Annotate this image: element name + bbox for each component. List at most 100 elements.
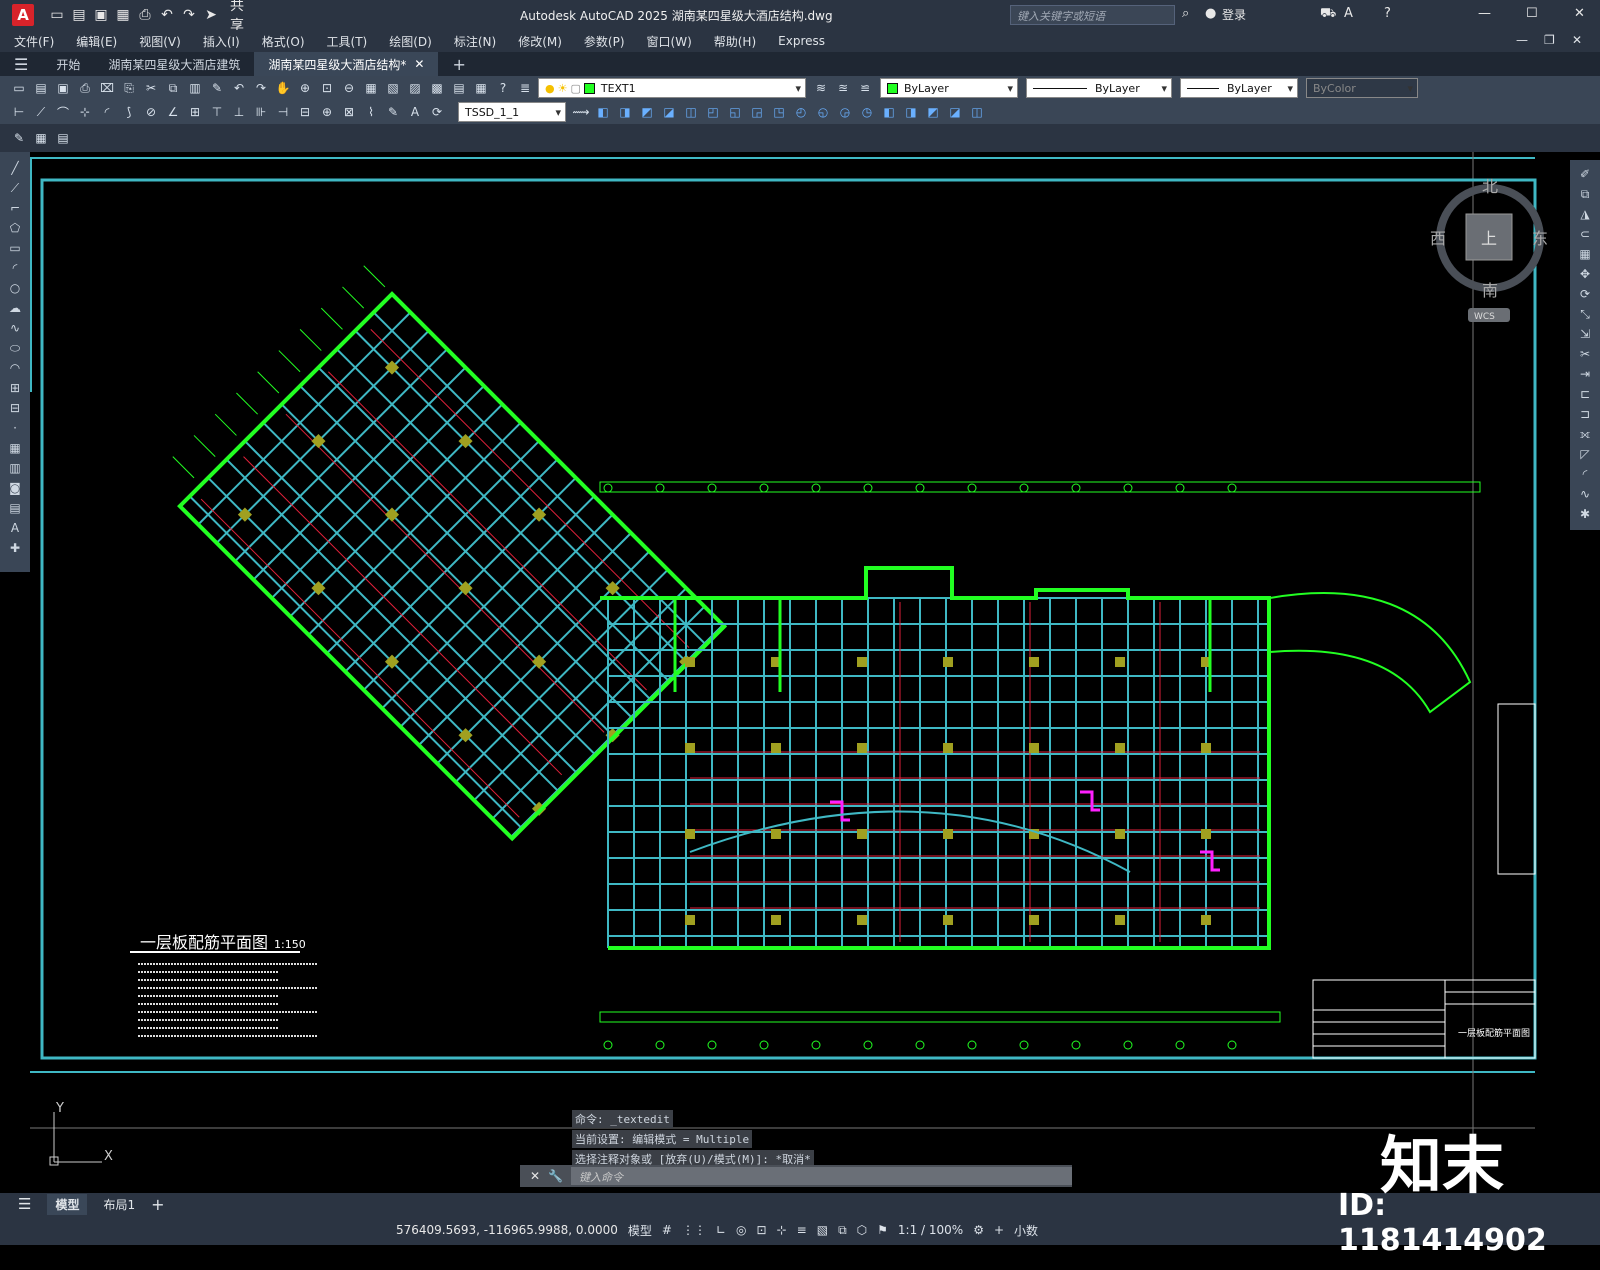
- dim-radius-icon[interactable]: ◜: [98, 103, 116, 121]
- section-icon[interactable]: ◧: [880, 103, 898, 121]
- check-icon[interactable]: ◫: [968, 103, 986, 121]
- search-icon[interactable]: ⌕: [1182, 6, 1189, 21]
- solid-sphere-icon[interactable]: ◪: [660, 103, 678, 121]
- undo-icon[interactable]: ↶: [158, 6, 176, 24]
- dim-diameter-icon[interactable]: ⊘: [142, 103, 160, 121]
- dim-update-icon[interactable]: ⟳: [428, 103, 446, 121]
- open-file-icon[interactable]: ▤: [32, 79, 50, 97]
- new-icon[interactable]: ▭: [48, 6, 66, 24]
- slice-icon[interactable]: ◷: [858, 103, 876, 121]
- separate-icon[interactable]: ◪: [946, 103, 964, 121]
- stretch-icon[interactable]: ⇲: [1576, 325, 1594, 343]
- minimize-icon[interactable]: —: [1478, 6, 1491, 21]
- dimstyle-dropdown[interactable]: TSSD_1_1: [458, 102, 566, 122]
- 3dosnap-icon[interactable]: ⬡: [857, 1223, 867, 1237]
- plot-icon[interactable]: ⎙: [136, 6, 154, 24]
- tab-start[interactable]: 开始: [42, 52, 94, 76]
- ellipse-arc-icon[interactable]: ◠: [6, 359, 24, 377]
- menu-dimension[interactable]: 标注(N): [454, 33, 496, 50]
- edit-table-icon[interactable]: ▦: [32, 129, 50, 147]
- offset-icon[interactable]: ⊂: [1576, 225, 1594, 243]
- solid-box-icon[interactable]: ◧: [594, 103, 612, 121]
- edit-text-icon[interactable]: ✎: [10, 129, 28, 147]
- solid-pyramid-icon[interactable]: ◱: [726, 103, 744, 121]
- menu-draw[interactable]: 绘图(D): [389, 33, 432, 50]
- menu-window[interactable]: 窗口(W): [647, 33, 692, 50]
- selection-cycling-icon[interactable]: ⧉: [838, 1223, 847, 1238]
- toolpalette-icon[interactable]: ▨: [406, 79, 424, 97]
- revcloud-icon[interactable]: ☁: [6, 299, 24, 317]
- jogged-linear-icon[interactable]: ⌇: [362, 103, 380, 121]
- doc-close-icon[interactable]: ✕: [1572, 33, 1582, 47]
- designcenter-icon[interactable]: ▧: [384, 79, 402, 97]
- help-icon[interactable]: ?: [1384, 6, 1391, 21]
- doc-restore-icon[interactable]: ❐: [1544, 33, 1555, 47]
- dim-aligned-icon[interactable]: ⟋: [32, 103, 50, 121]
- dim-textedit-icon[interactable]: A: [406, 103, 424, 121]
- imprint-icon[interactable]: ◩: [924, 103, 942, 121]
- menu-tools[interactable]: 工具(T): [327, 33, 368, 50]
- autodesk-app-icon[interactable]: A: [1344, 6, 1353, 21]
- command-input[interactable]: 键入命令: [571, 1167, 1072, 1185]
- region-icon[interactable]: ◙: [6, 479, 24, 497]
- cut-icon[interactable]: ✂: [142, 79, 160, 97]
- tolerance-icon[interactable]: ⊟: [296, 103, 314, 121]
- chamfer-icon[interactable]: ◸: [1576, 445, 1594, 463]
- solid-torus-icon[interactable]: ◰: [704, 103, 722, 121]
- menu-insert[interactable]: 插入(I): [203, 33, 240, 50]
- user-icon[interactable]: ●: [1205, 6, 1216, 21]
- dim-continue-icon[interactable]: ⊥: [230, 103, 248, 121]
- make-current-icon[interactable]: ≋: [812, 79, 830, 97]
- break-point-icon[interactable]: ⊏: [1576, 385, 1594, 403]
- menu-file[interactable]: 文件(F): [14, 33, 54, 50]
- dim-ordinate-icon[interactable]: ⊹: [76, 103, 94, 121]
- revolve-icon[interactable]: ◳: [770, 103, 788, 121]
- zoom-previous-icon[interactable]: ⊖: [340, 79, 358, 97]
- plus-icon[interactable]: +: [994, 1223, 1004, 1237]
- linetype-dropdown[interactable]: ByLayer: [1026, 78, 1172, 98]
- viewcube-graphic[interactable]: 上 北 南 西 东 WCS: [1430, 162, 1550, 322]
- line-icon[interactable]: ╱: [6, 159, 24, 177]
- explode-icon[interactable]: ✱: [1576, 505, 1594, 523]
- erase-icon[interactable]: ✐: [1576, 165, 1594, 183]
- point-icon[interactable]: ·: [6, 419, 24, 437]
- open-icon[interactable]: ▤: [70, 6, 88, 24]
- polar-icon[interactable]: ◎: [736, 1223, 746, 1237]
- redo-tool-icon[interactable]: ↷: [252, 79, 270, 97]
- edit-attribute-icon[interactable]: ▤: [54, 129, 72, 147]
- maximize-icon[interactable]: ☐: [1526, 6, 1538, 21]
- hatch-icon[interactable]: ▦: [6, 439, 24, 457]
- qnew-icon[interactable]: ▭: [10, 79, 28, 97]
- share-icon[interactable]: ➤: [202, 6, 220, 24]
- tab-layout1[interactable]: 布局1: [103, 1196, 135, 1213]
- intersect-icon[interactable]: ◶: [836, 103, 854, 121]
- saveas-icon[interactable]: ▦: [114, 6, 132, 24]
- break-icon[interactable]: ⊐: [1576, 405, 1594, 423]
- drawing-canvas[interactable]: 一层板配筋平面图 1:150 一层板配筋平面图 Y X 上 北 南 西 东 WC…: [30, 152, 1570, 1192]
- snap-icon[interactable]: ⋮⋮: [682, 1223, 706, 1237]
- mtext-icon[interactable]: A: [6, 519, 24, 537]
- extend-icon[interactable]: ⇥: [1576, 365, 1594, 383]
- units-button[interactable]: 小数: [1014, 1222, 1038, 1239]
- layer-dropdown[interactable]: ● ☀ ▢ TEXT1: [538, 78, 806, 98]
- markup-icon[interactable]: ▤: [450, 79, 468, 97]
- menu-format[interactable]: 格式(O): [262, 33, 305, 50]
- polyline-icon[interactable]: ⌐: [6, 199, 24, 217]
- annotation-visibility-icon[interactable]: ⚑: [877, 1223, 888, 1237]
- solid-cylinder-icon[interactable]: ◫: [682, 103, 700, 121]
- tab-close-icon[interactable]: ✕: [414, 57, 424, 71]
- login-button[interactable]: 登录: [1222, 6, 1246, 23]
- save-file-icon[interactable]: ▣: [54, 79, 72, 97]
- menu-express[interactable]: Express: [778, 34, 825, 48]
- lineweight-icon[interactable]: ≡: [797, 1223, 807, 1237]
- quick-dim-icon[interactable]: ⊞: [186, 103, 204, 121]
- rectangle-icon[interactable]: ▭: [6, 239, 24, 257]
- command-customize-icon[interactable]: 🔧: [548, 1169, 563, 1183]
- inspect-icon[interactable]: ⊠: [340, 103, 358, 121]
- circle-icon[interactable]: ○: [6, 279, 24, 297]
- union-icon[interactable]: ◴: [792, 103, 810, 121]
- dim-space-icon[interactable]: ⊪: [252, 103, 270, 121]
- scale-icon[interactable]: ⤡: [1576, 305, 1594, 323]
- redo-icon[interactable]: ↷: [180, 6, 198, 24]
- transparency-icon[interactable]: ▧: [817, 1223, 828, 1237]
